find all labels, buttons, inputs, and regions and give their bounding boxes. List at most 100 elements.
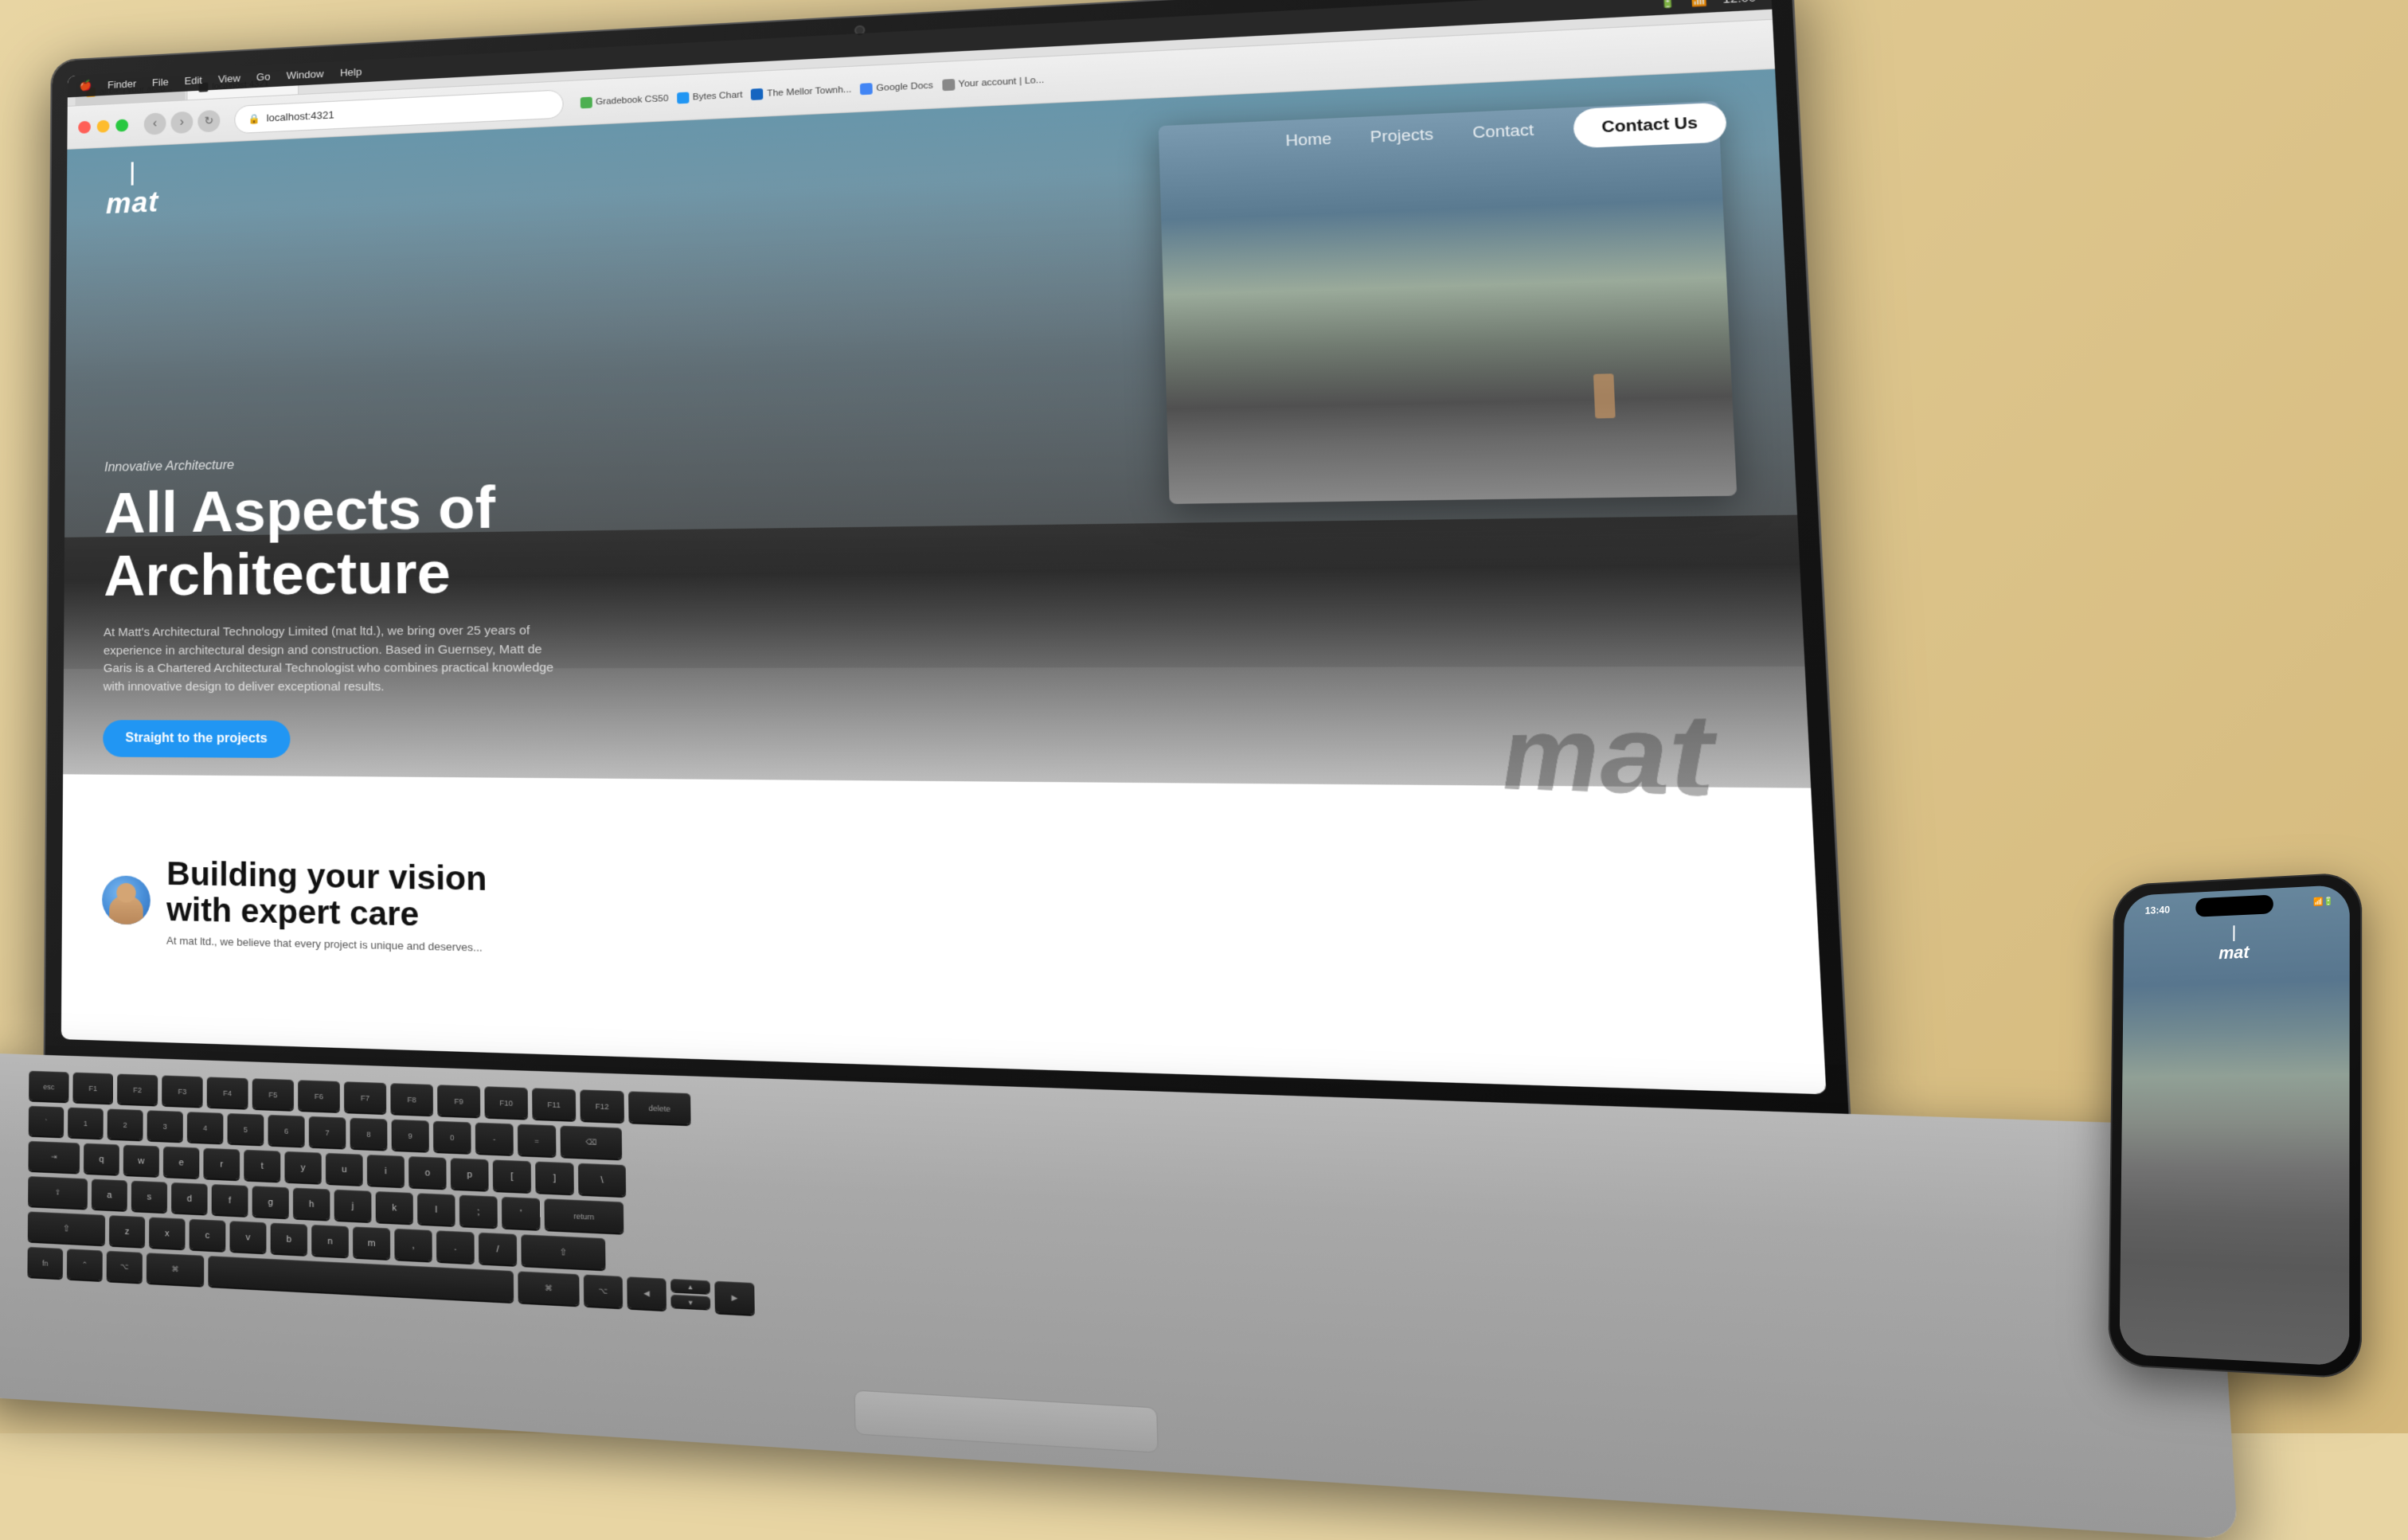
key-g[interactable]: g [252,1186,289,1218]
key-minus[interactable]: - [475,1123,514,1155]
key-7[interactable]: 7 [309,1116,346,1148]
key-6[interactable]: 6 [268,1115,305,1147]
key-lbracket[interactable]: [ [493,1159,531,1192]
key-x[interactable]: x [149,1217,185,1249]
key-1[interactable]: 1 [68,1108,104,1139]
menu-help[interactable]: Help [340,65,362,78]
hero-cta-button[interactable]: Straight to the projects [103,720,290,758]
key-fn[interactable]: fn [27,1247,63,1279]
key-o[interactable]: o [408,1156,446,1188]
menu-view[interactable]: View [218,72,240,84]
key-f2[interactable]: F2 [117,1073,158,1104]
key-9[interactable]: 9 [392,1120,429,1151]
key-cmd-left[interactable]: ⌘ [147,1253,204,1285]
key-arrow-right[interactable]: ▶ [714,1281,755,1315]
key-e[interactable]: e [163,1147,199,1178]
bookmark-2[interactable]: Bytes Chart [677,89,742,104]
key-w[interactable]: w [123,1145,159,1176]
key-f3[interactable]: F3 [162,1075,202,1106]
minimize-button[interactable] [97,119,110,132]
nav-contact[interactable]: Contact [1472,121,1534,142]
bookmark-4[interactable]: Google Docs [860,80,933,95]
key-y[interactable]: y [284,1151,321,1183]
key-m[interactable]: m [353,1226,390,1259]
menu-file[interactable]: File [152,76,169,88]
key-f1[interactable]: F1 [72,1073,113,1104]
key-f7[interactable]: F7 [344,1081,386,1113]
menu-window[interactable]: Window [287,68,324,81]
key-period[interactable]: . [436,1230,475,1263]
key-slash[interactable]: / [479,1233,517,1265]
back-button[interactable]: ‹ [144,112,166,135]
key-esc[interactable]: esc [29,1071,68,1102]
key-f4[interactable]: F4 [207,1077,248,1108]
bookmark-1[interactable]: Gradebook CS50 [580,92,669,108]
key-arrow-up[interactable]: ▲ [670,1279,710,1294]
menu-go[interactable]: Go [256,70,270,83]
key-shift-left[interactable]: ⇧ [28,1211,105,1245]
key-a[interactable]: a [92,1179,127,1210]
key-rbracket[interactable]: ] [535,1161,574,1194]
close-button[interactable] [78,120,91,133]
key-alt-left[interactable]: ⌥ [107,1251,143,1283]
key-equals[interactable]: = [518,1124,556,1156]
key-v[interactable]: v [229,1221,266,1253]
maximize-button[interactable] [115,119,128,131]
key-delete[interactable]: delete [628,1091,691,1124]
key-r[interactable]: r [203,1148,240,1180]
reload-button[interactable]: ↻ [197,109,220,132]
bookmark-5[interactable]: Your account | Lo... [942,74,1044,91]
key-4[interactable]: 4 [187,1112,224,1143]
key-u[interactable]: u [326,1153,363,1185]
key-z[interactable]: z [109,1215,145,1247]
key-arrow-down[interactable]: ▼ [670,1295,710,1310]
key-f6[interactable]: F6 [298,1080,340,1112]
key-f11[interactable]: F11 [532,1088,576,1120]
key-alt-right[interactable]: ⌥ [584,1274,623,1307]
key-ctrl[interactable]: ⌃ [67,1249,103,1280]
key-j[interactable]: j [334,1190,372,1221]
key-backtick[interactable]: ` [29,1106,64,1137]
key-p[interactable]: p [451,1158,489,1190]
key-t[interactable]: t [244,1150,280,1182]
key-f9[interactable]: F9 [437,1085,480,1116]
menu-finder[interactable]: Finder [108,77,136,90]
key-k[interactable]: k [376,1191,413,1223]
nav-home[interactable]: Home [1285,130,1332,150]
bookmark-3[interactable]: The Mellor Townh... [751,84,851,100]
key-0[interactable]: 0 [433,1121,471,1153]
key-d[interactable]: d [171,1182,208,1214]
key-q[interactable]: q [84,1143,119,1175]
key-s[interactable]: s [131,1181,167,1213]
key-comma[interactable]: , [394,1229,432,1261]
key-5[interactable]: 5 [228,1113,264,1144]
key-f10[interactable]: F10 [484,1086,528,1118]
menu-edit[interactable]: Edit [185,74,202,87]
key-capslock[interactable]: ⇪ [28,1176,88,1209]
key-h[interactable]: h [293,1187,330,1219]
key-f5[interactable]: F5 [252,1078,294,1109]
key-b[interactable]: b [271,1223,307,1255]
key-3[interactable]: 3 [147,1110,183,1141]
key-8[interactable]: 8 [350,1118,388,1150]
forward-button[interactable]: › [170,111,193,134]
key-n[interactable]: n [311,1225,349,1257]
key-f[interactable]: f [212,1184,248,1216]
key-2[interactable]: 2 [108,1108,143,1139]
key-i[interactable]: i [367,1155,405,1186]
key-f12[interactable]: F12 [580,1089,624,1122]
key-l[interactable]: l [417,1193,455,1225]
key-arrow-left[interactable]: ◀ [627,1276,666,1310]
key-return[interactable]: return [545,1198,624,1233]
key-backslash[interactable]: \ [578,1163,626,1196]
key-semicolon[interactable]: ; [459,1195,498,1228]
key-c[interactable]: c [190,1219,226,1251]
address-bar[interactable]: 🔒 localhost:4321 [234,89,563,134]
trackpad[interactable] [854,1390,1158,1453]
key-cmd-right[interactable]: ⌘ [518,1271,579,1305]
key-f8[interactable]: F8 [390,1083,433,1115]
key-tab[interactable]: ⇥ [28,1141,80,1173]
key-backspace[interactable]: ⌫ [561,1126,623,1159]
key-shift-right[interactable]: ⇧ [521,1234,605,1269]
key-quote[interactable]: ' [502,1197,540,1229]
